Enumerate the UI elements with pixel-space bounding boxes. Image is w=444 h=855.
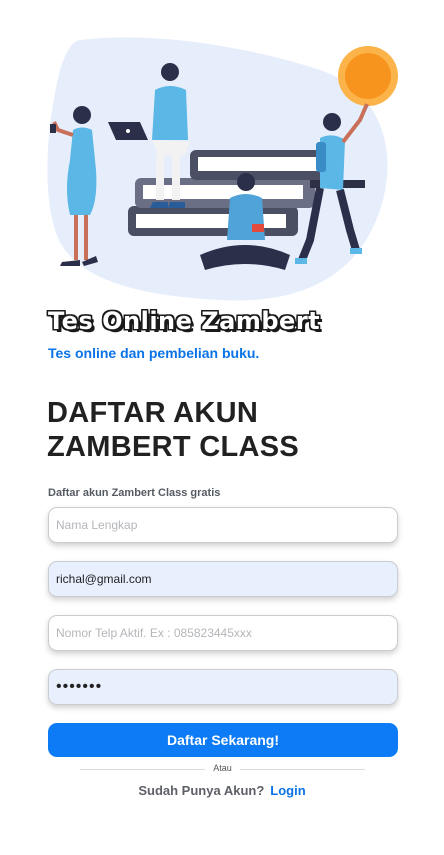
- password-input[interactable]: [48, 669, 398, 705]
- divider-right: [240, 769, 365, 770]
- brand-title: Tes Online Zambert: [48, 307, 321, 335]
- login-link[interactable]: Login: [270, 783, 305, 798]
- divider-left: [80, 769, 205, 770]
- register-button[interactable]: Daftar Sekarang!: [48, 723, 398, 757]
- page-title-line-1: DAFTAR AKUN: [47, 397, 259, 429]
- page-title-line-2: ZAMBERT CLASS: [47, 431, 299, 463]
- form-subtitle: Daftar akun Zambert Class gratis: [48, 487, 221, 499]
- phone-input[interactable]: [48, 615, 398, 651]
- email-input[interactable]: [48, 561, 398, 597]
- login-prompt: Sudah Punya Akun? Login: [0, 783, 444, 798]
- people-reading-books-illustration: [47, 37, 398, 301]
- full-name-input[interactable]: [48, 507, 398, 543]
- brand-tagline: Tes online dan pembelian buku.: [48, 345, 260, 361]
- or-label: Atau: [213, 763, 232, 773]
- page-title: DAFTAR AKUN ZAMBERT CLASS: [47, 396, 299, 464]
- login-question: Sudah Punya Akun?: [138, 783, 265, 798]
- register-page: Tes Online Zambert Tes online dan pembel…: [0, 0, 444, 855]
